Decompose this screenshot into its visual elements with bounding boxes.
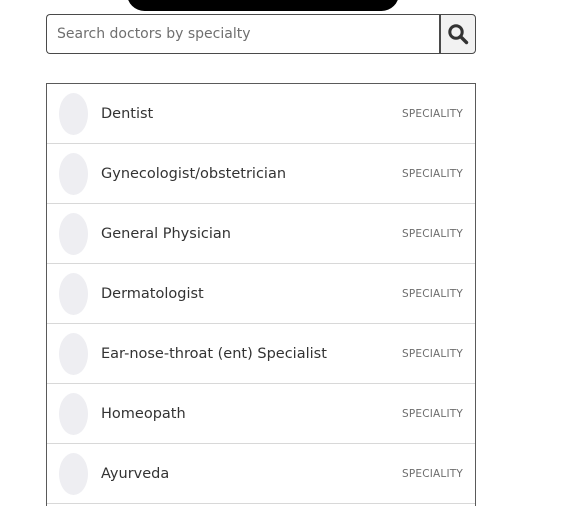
specialty-tag: SPECIALITY bbox=[401, 227, 463, 240]
specialty-row-dentist[interactable]: Dentist SPECIALITY bbox=[47, 84, 475, 144]
specialty-tag: SPECIALITY bbox=[401, 347, 463, 360]
avatar bbox=[59, 273, 88, 315]
header-banner bbox=[127, 0, 399, 11]
avatar bbox=[59, 213, 88, 255]
specialty-tag: SPECIALITY bbox=[401, 467, 463, 480]
specialty-tag: SPECIALITY bbox=[401, 107, 463, 120]
search-bar bbox=[46, 14, 476, 54]
specialty-tag: SPECIALITY bbox=[401, 287, 463, 300]
search-input[interactable] bbox=[46, 14, 439, 54]
specialty-name: Homeopath bbox=[101, 405, 186, 422]
specialty-name: General Physician bbox=[101, 225, 231, 242]
page: Dentist SPECIALITY Gynecologist/obstetri… bbox=[0, 0, 564, 506]
avatar bbox=[59, 153, 88, 195]
avatar bbox=[59, 93, 88, 135]
search-icon bbox=[448, 24, 469, 45]
specialty-name: Dermatologist bbox=[101, 285, 204, 302]
specialty-tag: SPECIALITY bbox=[401, 167, 463, 180]
specialty-row-homeopath[interactable]: Homeopath SPECIALITY bbox=[47, 384, 475, 444]
specialty-name: Ear-nose-throat (ent) Specialist bbox=[101, 345, 327, 362]
specialty-name: Gynecologist/obstetrician bbox=[101, 165, 287, 182]
specialty-tag: SPECIALITY bbox=[401, 407, 463, 420]
avatar bbox=[59, 453, 88, 495]
specialty-row-general-physician[interactable]: General Physician SPECIALITY bbox=[47, 204, 475, 264]
specialty-row-gynecologist[interactable]: Gynecologist/obstetrician SPECIALITY bbox=[47, 144, 475, 204]
specialty-name: Dentist bbox=[101, 105, 154, 122]
specialty-row-dermatologist[interactable]: Dermatologist SPECIALITY bbox=[47, 264, 475, 324]
specialty-row-ayurveda[interactable]: Ayurveda SPECIALITY bbox=[47, 444, 475, 504]
specialty-list: Dentist SPECIALITY Gynecologist/obstetri… bbox=[46, 83, 476, 506]
avatar bbox=[59, 333, 88, 375]
avatar bbox=[59, 393, 88, 435]
specialty-row-ent-specialist[interactable]: Ear-nose-throat (ent) Specialist SPECIAL… bbox=[47, 324, 475, 384]
search-button[interactable] bbox=[439, 14, 476, 54]
specialty-name: Ayurveda bbox=[101, 465, 170, 482]
